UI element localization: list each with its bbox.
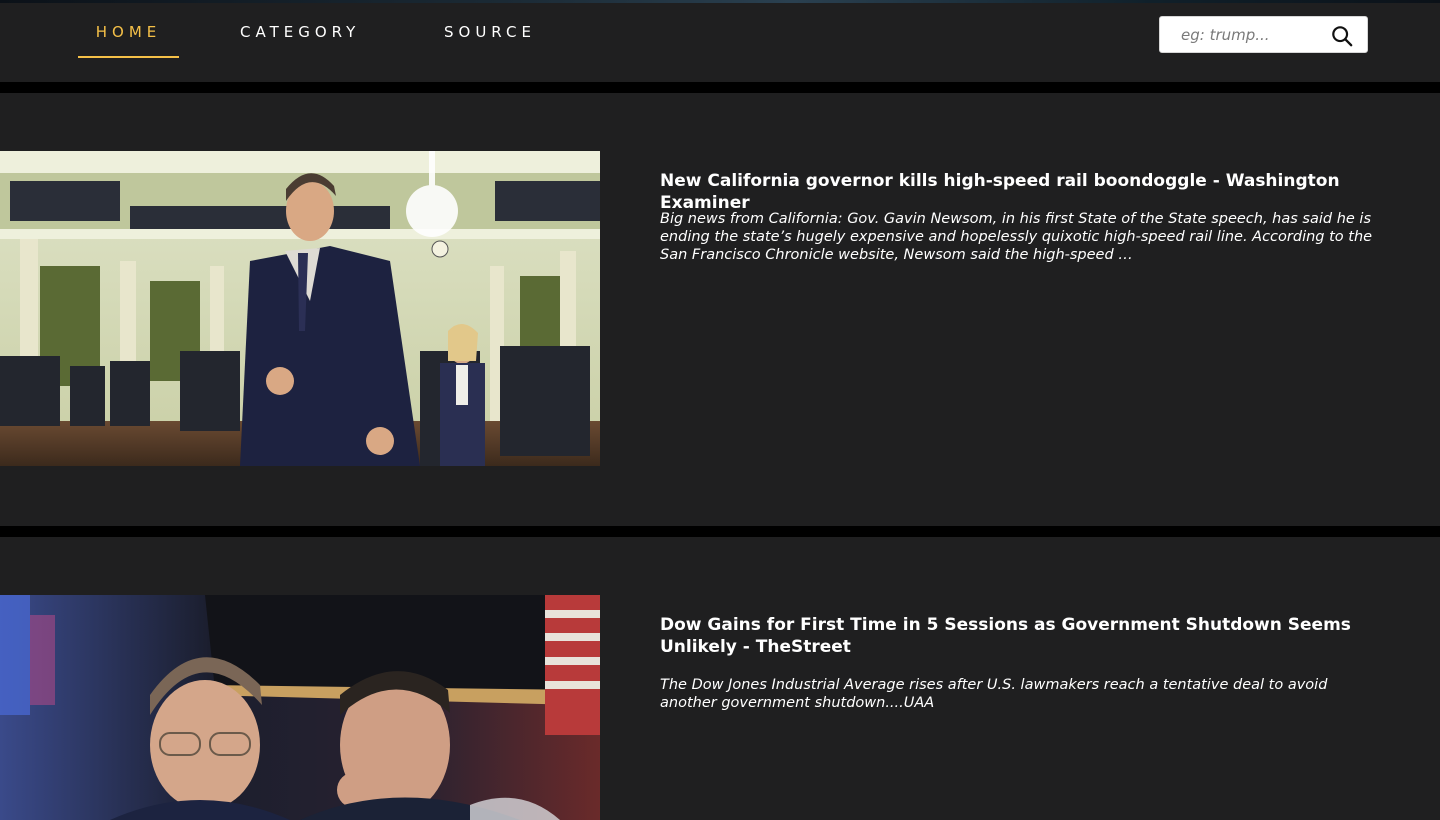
- article-description: Big news from California: Gov. Gavin New…: [660, 211, 1373, 263]
- search-input[interactable]: [1161, 18, 1321, 51]
- article-title[interactable]: Dow Gains for First Time in 5 Sessions a…: [660, 614, 1390, 658]
- article-photo-traders: [0, 595, 600, 820]
- article-image[interactable]: [0, 151, 600, 466]
- article-title[interactable]: New California governor kills high-speed…: [660, 170, 1390, 214]
- article-description: The Dow Jones Industrial Average rises a…: [660, 677, 1328, 711]
- article-image[interactable]: [0, 595, 600, 820]
- search-icon[interactable]: [1331, 25, 1353, 47]
- nav-source[interactable]: SOURCE: [444, 3, 544, 56]
- search-box: [1159, 16, 1368, 53]
- nav-category[interactable]: CATEGORY: [240, 3, 370, 56]
- nav-home[interactable]: HOME: [78, 3, 179, 58]
- article-card: Dow Gains for First Time in 5 Sessions a…: [0, 537, 1440, 820]
- navbar: HOME CATEGORY SOURCE: [0, 3, 1440, 82]
- article-photo-rail: [0, 151, 600, 466]
- article-card: New California governor kills high-speed…: [0, 93, 1440, 526]
